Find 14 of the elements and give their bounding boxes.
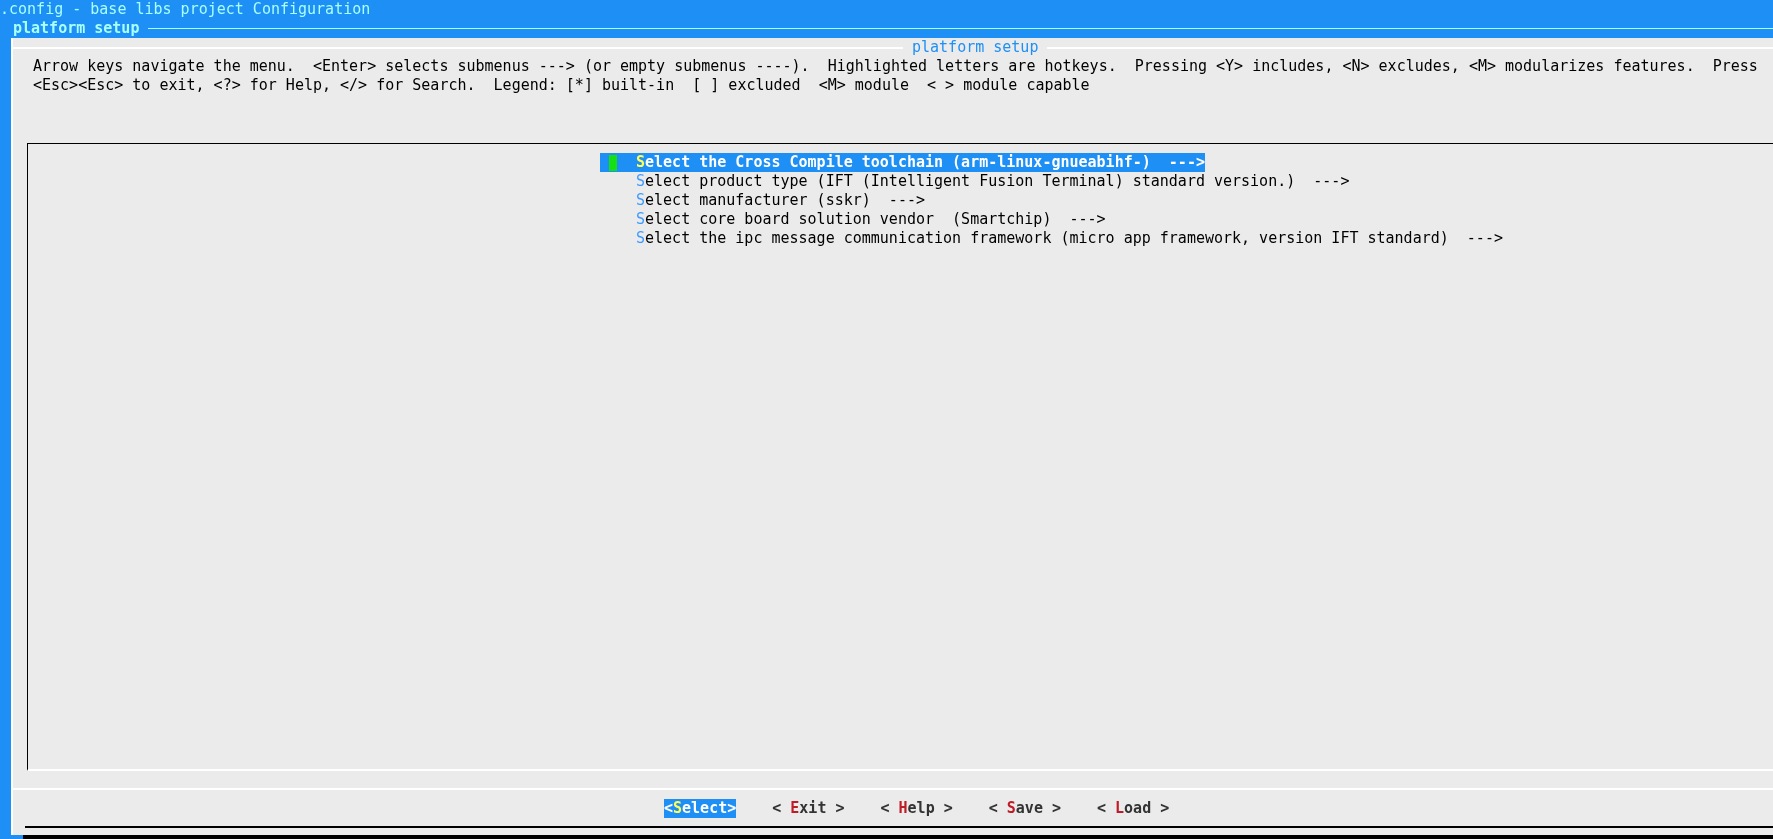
menu-item[interactable]: Select product type (IFT (Intelligent Fusion Terminal) standard version.) --->	[600, 172, 1350, 191]
dialog-button[interactable]: < Exit >	[772, 798, 845, 818]
help-text: Arrow keys navigate the menu. <Enter> selects submenus ---> (or empty submenus ----). Highlighted letters are hotkeys. Pressing <Y> includes, <N> excludes, <M> modularizes features. Press	[33, 57, 1759, 76]
window-title: .config - base libs project Configuration	[0, 0, 372, 19]
menu-item[interactable]: Select core board solution vendor (Smartchip) --->	[600, 210, 1106, 229]
menu-item[interactable]: Select the ipc message communication framework (micro app framework, version IFT standard) --->	[600, 229, 1503, 248]
dialog-button[interactable]: < Help >	[880, 798, 953, 818]
menu-item[interactable]: Select manufacturer (sskr) --->	[600, 191, 925, 210]
cursor-icon	[609, 154, 617, 171]
dialog-button[interactable]: < Load >	[1097, 798, 1170, 818]
help-text: <Esc><Esc> to exit, <?> for Help, </> for Search. Legend: [*] built-in [ ] excluded <M> module < > module capable	[33, 76, 1091, 95]
breadcrumb: platform setup	[13, 19, 140, 38]
dialog-title: platform setup	[911, 38, 1040, 57]
dialog-button[interactable]: < Save >	[988, 798, 1061, 818]
